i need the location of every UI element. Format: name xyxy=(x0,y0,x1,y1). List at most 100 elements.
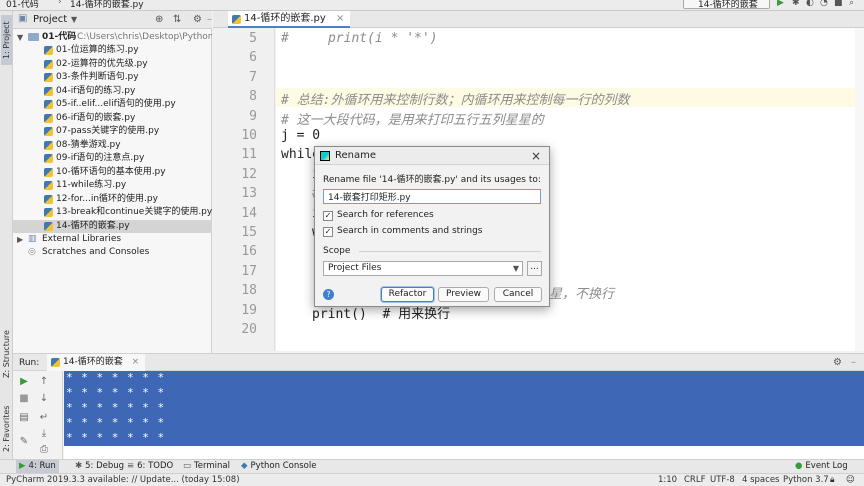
run-config-select[interactable]: 14-循环的嵌套 xyxy=(683,0,770,9)
print-icon[interactable]: ⎙ xyxy=(37,443,51,457)
collapse-icon[interactable]: ⇅ xyxy=(173,14,181,25)
file-tree-item[interactable]: 04-if语句的练习.py xyxy=(13,85,212,98)
tool-tab-debug[interactable]: ✱ 5: Debug xyxy=(72,460,127,473)
hide-icon[interactable]: – xyxy=(207,14,212,25)
dialog-title-bar[interactable]: Rename × xyxy=(315,147,549,165)
pin-icon[interactable]: ✎ xyxy=(17,435,31,449)
tree-external-libraries[interactable]: ▶ ▥ External Libraries xyxy=(13,233,212,246)
tool-tab-terminal[interactable]: ▭ Terminal xyxy=(180,460,233,473)
tool-tab-todo[interactable]: ≡ 6: TODO xyxy=(124,460,176,473)
console-line: * * * * * * * xyxy=(66,431,166,444)
close-icon[interactable]: × xyxy=(336,13,344,24)
interpreter[interactable]: Python 3.7 xyxy=(783,474,829,486)
file-tree-item[interactable]: 12-for...in循环的使用.py xyxy=(13,193,212,206)
search-comments-label[interactable]: Search in comments and strings xyxy=(337,226,482,236)
help-button[interactable]: ? xyxy=(323,289,334,300)
lock-icon[interactable]: 🔒︎ xyxy=(830,474,835,486)
up-arrow-icon[interactable]: ↑ xyxy=(37,375,51,389)
stop-icon[interactable]: ■ xyxy=(17,392,31,406)
scroll-to-end-icon[interactable]: ⤓ xyxy=(37,427,51,441)
locate-icon[interactable]: ⊕ xyxy=(155,14,163,25)
run-tab[interactable]: 14-循环的嵌套 × xyxy=(47,354,146,371)
tool-tab-run[interactable]: ▶ 4: Run xyxy=(16,460,59,473)
project-folder-icon: ▣ xyxy=(18,13,28,24)
file-tree-item[interactable]: 14-循环的嵌套.py xyxy=(13,219,212,233)
project-title[interactable]: Project xyxy=(33,14,67,25)
coverage-icon[interactable]: ◐ xyxy=(806,0,814,8)
close-icon[interactable]: × xyxy=(531,149,541,163)
caret-position[interactable]: 1:10 xyxy=(658,474,677,486)
file-tree-item-label: 13-break和continue关键字的使用.py xyxy=(56,207,212,217)
scope-more-button[interactable]: ... xyxy=(527,261,542,276)
gear-icon[interactable]: ⚙ xyxy=(193,14,202,25)
python-file-icon xyxy=(44,221,53,231)
file-encoding[interactable]: UTF-8 xyxy=(710,474,735,486)
file-tree-item[interactable]: 01-位运算的练习.py xyxy=(13,44,212,57)
soft-wrap-icon[interactable]: ↵ xyxy=(37,411,51,425)
file-tree-item[interactable]: 02-运算符的优先级.py xyxy=(13,58,212,71)
cancel-button[interactable]: Cancel xyxy=(494,287,542,302)
search-references-label[interactable]: Search for references xyxy=(337,210,434,220)
new-name-input[interactable] xyxy=(323,189,541,204)
rerun-icon[interactable]: ▶ xyxy=(17,375,31,389)
search-comments-checkbox[interactable]: ✓ xyxy=(323,227,333,237)
python-file-icon xyxy=(44,194,53,204)
expand-arrow-icon[interactable]: ▼ xyxy=(17,31,23,44)
status-message[interactable]: PyCharm 2019.3.3 available: // Update...… xyxy=(6,474,240,486)
stop-icon[interactable]: ■ xyxy=(834,0,843,8)
editor-tab-file[interactable]: 14-循环的嵌套.py × xyxy=(228,11,351,28)
file-tree-item-label: 04-if语句的练习.py xyxy=(56,85,136,96)
inspector-icon[interactable]: ☺︎ xyxy=(846,474,855,486)
line-separator[interactable]: CRLF xyxy=(684,474,705,486)
expand-arrow-icon[interactable]: ▶ xyxy=(17,233,23,246)
line-number: 14 xyxy=(241,205,257,221)
file-tree-item[interactable]: 13-break和continue关键字的使用.py xyxy=(13,206,212,219)
rename-prompt: Rename file '14-循环的嵌套.py' and its usages… xyxy=(323,175,541,185)
line-number: 12 xyxy=(241,166,257,182)
indent-setting[interactable]: 4 spaces xyxy=(742,474,779,486)
file-tree-item[interactable]: 03-条件判断语句.py xyxy=(13,71,212,84)
profile-icon[interactable]: ◔ xyxy=(820,0,828,8)
run-console[interactable]: * * * * * * * * * * * * * * * * * * * * * *… xyxy=(64,371,864,459)
status-bar: PyCharm 2019.3.3 available: // Update...… xyxy=(0,473,864,486)
tool-tab-event-log[interactable]: ● Event Log xyxy=(792,460,851,473)
gear-icon[interactable]: ⚙ xyxy=(833,357,842,368)
file-tree-item-label: 08-猜拳游戏.py xyxy=(56,139,121,150)
python-file-icon xyxy=(44,73,53,82)
file-tree-item[interactable]: 06-if语句的嵌套.py xyxy=(13,112,212,125)
hide-icon[interactable]: – xyxy=(851,357,856,368)
search-everywhere-icon[interactable]: ⌕ xyxy=(849,0,854,8)
python-file-icon xyxy=(44,154,53,163)
favorites-tool-tab[interactable]: 2: Favorites xyxy=(1,401,12,457)
preview-button[interactable]: Preview xyxy=(438,287,489,302)
file-tree-item-label: 02-运算符的优先级.py xyxy=(56,58,148,69)
project-panel-header: ▣ Project ▼ ⊕ ⇅ ⚙ – xyxy=(13,11,212,29)
scope-select[interactable]: Project Files ▼ xyxy=(323,261,523,276)
tree-root-folder[interactable]: ▼ 01-代码 C:\Users\chris\Desktop\Python基础\… xyxy=(13,31,212,44)
python-file-icon xyxy=(51,358,60,367)
line-number-gutter: 5 6 7 8 9 10 11 12 13 14 15 16 17 18 19 20 xyxy=(213,28,275,351)
tree-scratches[interactable]: ◎ Scratches and Consoles xyxy=(13,246,212,259)
layout-icon[interactable]: ▤ xyxy=(17,411,31,425)
file-tree-item[interactable]: 11-while练习.py xyxy=(13,179,212,192)
console-line: * * * * * * * xyxy=(66,416,166,429)
file-tree-item[interactable]: 09-if语句的注意点.py xyxy=(13,152,212,165)
line-number: 8 xyxy=(249,89,257,105)
run-icon[interactable]: ▶ xyxy=(777,0,784,8)
project-tool-tab[interactable]: 1: Project xyxy=(1,15,12,65)
file-tree-item[interactable]: 07-pass关键字的使用.py xyxy=(13,125,212,138)
file-tree-item[interactable]: 08-猜拳游戏.py xyxy=(13,139,212,152)
tool-tab-python-console[interactable]: ◆ Python Console xyxy=(238,460,319,473)
breadcrumb-folder[interactable]: 01-代码 xyxy=(6,0,39,10)
search-references-checkbox[interactable]: ✓ xyxy=(323,211,333,221)
file-tree-item[interactable]: 10-循环语句的基本使用.py xyxy=(13,166,212,179)
down-arrow-icon[interactable]: ↓ xyxy=(37,392,51,406)
structure-tool-tab[interactable]: Z: Structure xyxy=(1,327,12,381)
refactor-button[interactable]: Refactor xyxy=(381,287,434,302)
breadcrumb-file[interactable]: 14-循环的嵌套.py xyxy=(70,0,144,10)
debug-icon[interactable]: ✱ xyxy=(792,0,800,8)
file-tree-item[interactable]: 05-if..elif...elif语句的使用.py xyxy=(13,98,212,111)
editor-scrollbar[interactable] xyxy=(855,28,864,351)
chevron-down-icon[interactable]: ▼ xyxy=(71,15,77,24)
close-icon[interactable]: × xyxy=(132,357,140,367)
